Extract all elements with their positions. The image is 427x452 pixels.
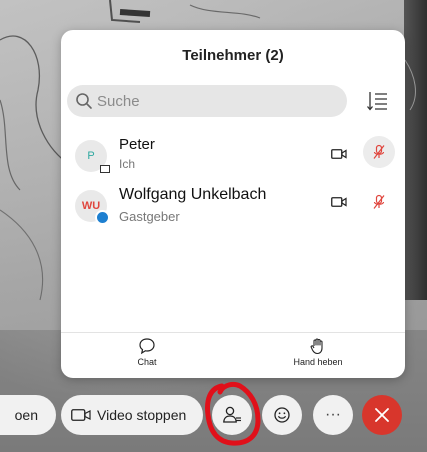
audio-button[interactable]: oen: [0, 395, 56, 435]
video-label: Video stoppen: [97, 407, 187, 423]
chat-button[interactable]: Chat: [117, 337, 177, 367]
screen-share-icon: [100, 165, 110, 173]
panel-actions: Chat Hand heben: [61, 332, 405, 378]
stop-video-button[interactable]: Video stoppen: [61, 395, 203, 435]
participant-row[interactable]: WU Wolfgang Unkelbach Gastgeber: [61, 182, 405, 234]
reaction-button[interactable]: [262, 395, 302, 435]
participants-panel: Teilnehmer (2) P Peter Ich: [61, 30, 405, 378]
camera-icon[interactable]: [331, 196, 347, 208]
mic-muted-icon: [373, 144, 385, 159]
close-icon: [375, 408, 389, 422]
participant-name: Wolfgang Unkelbach: [119, 186, 267, 203]
participant-role: Gastgeber: [119, 209, 180, 224]
avatar: WU: [75, 190, 110, 225]
sort-icon[interactable]: [366, 90, 388, 112]
more-button[interactable]: ···: [313, 395, 353, 435]
host-badge-icon: [95, 210, 110, 225]
reaction-icon: [274, 407, 290, 423]
more-icon: ···: [325, 406, 341, 423]
search-input[interactable]: [97, 92, 337, 110]
raise-hand-button[interactable]: Hand heben: [283, 337, 353, 367]
search-bar[interactable]: [67, 85, 347, 117]
camera-icon[interactable]: [331, 148, 347, 160]
participant-name: Peter: [119, 136, 155, 153]
participant-row[interactable]: P Peter Ich: [61, 132, 405, 184]
hand-icon: [310, 338, 323, 355]
avatar: P: [75, 140, 110, 173]
avatar-initials: WU: [81, 200, 101, 212]
meeting-controls: oen Video stoppen ···: [0, 392, 427, 442]
mute-button[interactable]: [363, 136, 395, 168]
chat-label: Chat: [137, 357, 157, 367]
avatar-initials: P: [87, 150, 95, 162]
hand-label: Hand heben: [293, 357, 343, 367]
camera-icon: [71, 409, 91, 421]
participants-icon: [223, 406, 241, 423]
leave-meeting-button[interactable]: [362, 395, 402, 435]
panel-title: Teilnehmer (2): [182, 47, 284, 64]
participant-role: Ich: [119, 157, 136, 171]
mic-muted-icon[interactable]: [371, 194, 387, 210]
chat-icon: [139, 338, 155, 355]
audio-label: oen: [14, 407, 38, 423]
search-icon: [76, 93, 92, 109]
participants-button[interactable]: [212, 395, 252, 435]
